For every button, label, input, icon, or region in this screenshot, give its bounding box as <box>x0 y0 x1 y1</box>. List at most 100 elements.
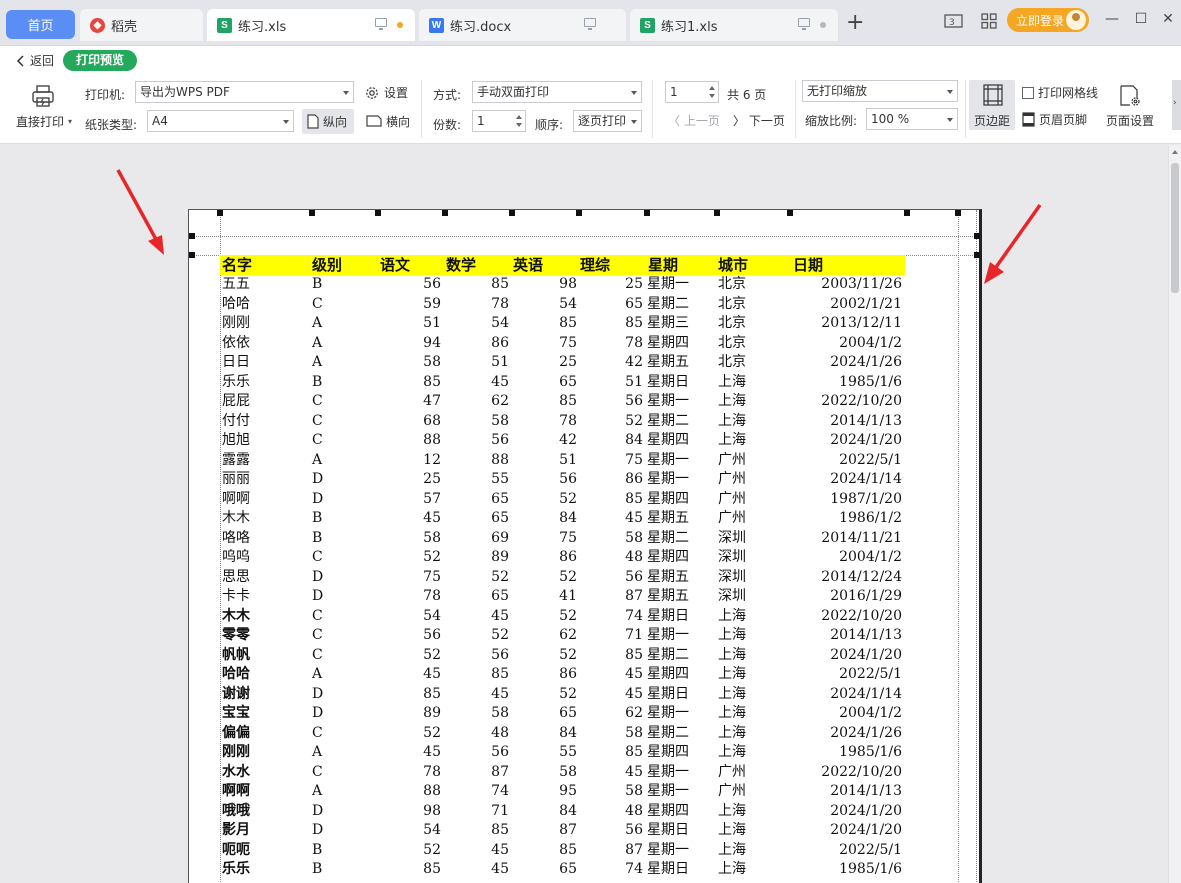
spreadsheet-icon: S <box>640 17 655 33</box>
page-setup-icon[interactable] <box>1118 84 1142 111</box>
right-margin-guide[interactable] <box>958 210 959 883</box>
margin-handle[interactable] <box>644 210 650 216</box>
margin-handle[interactable] <box>714 210 720 216</box>
print-mode-select[interactable]: 手动双面打印 <box>472 81 642 103</box>
monitor-icon[interactable] <box>584 18 596 30</box>
margin-handle[interactable] <box>309 210 315 216</box>
table-cell: 85 <box>625 490 643 507</box>
table-row: 日日 A 58 51 25 42 星期五 北京 2024/1/26 <box>220 353 905 373</box>
stepper-up-icon[interactable] <box>516 115 522 119</box>
table-cell: 星期四 <box>647 666 689 682</box>
mode-value: 手动双面打印 <box>477 85 550 99</box>
margin-handle[interactable] <box>509 210 515 216</box>
margin-handle[interactable] <box>787 210 793 216</box>
printer-settings-button[interactable]: 设置 <box>364 84 408 101</box>
printer-select[interactable]: 导出为WPS PDF <box>135 81 354 103</box>
table-cell: 89 <box>423 705 441 721</box>
margin-handle[interactable] <box>442 210 448 216</box>
next-page-button[interactable]: 〉 下一页 <box>733 112 785 129</box>
copies-stepper[interactable]: 1 <box>472 110 526 132</box>
tab-practice-docx[interactable]: W 练习.docx <box>419 9 626 41</box>
table-cell: 上海 <box>718 724 746 741</box>
table-cell: 偏偏 <box>222 724 250 741</box>
header-margin-guide[interactable] <box>189 236 979 237</box>
multi-window-icon[interactable]: 3 <box>944 12 964 30</box>
margin-handle[interactable] <box>217 210 223 216</box>
table-cell: 星期一 <box>647 705 689 721</box>
order-select[interactable]: 逐页打印 <box>573 110 642 132</box>
table-cell: 47 <box>423 393 441 409</box>
margin-handle[interactable] <box>189 233 195 239</box>
login-button[interactable]: 立即登录 <box>1007 8 1089 32</box>
table-cell: 55 <box>559 744 577 760</box>
printer-icon[interactable] <box>30 84 56 108</box>
margins-icon[interactable] <box>983 84 1003 109</box>
table-cell: 42 <box>559 432 577 448</box>
toolbar-scroll-button[interactable]: › <box>1172 80 1181 130</box>
margins-label[interactable]: 页边距 <box>974 112 1010 129</box>
tab-home[interactable]: 首页 <box>6 10 75 39</box>
margin-handle[interactable] <box>974 252 980 258</box>
margin-handle[interactable] <box>189 252 195 258</box>
margin-handle[interactable] <box>904 210 910 216</box>
table-cell: 48 <box>625 802 643 819</box>
margin-handle[interactable] <box>375 210 381 216</box>
caret-down-icon <box>947 90 953 94</box>
scroll-up-icon[interactable] <box>1172 150 1178 154</box>
back-button[interactable]: 返回 <box>16 52 54 69</box>
table-row: 呜呜 C 52 89 86 48 星期四 深圳 2004/1/2 <box>220 548 905 568</box>
print-gridlines-checkbox[interactable]: 打印网格线 <box>1022 84 1098 101</box>
page-setup-label[interactable]: 页面设置 <box>1106 112 1154 129</box>
table-cell: 98 <box>423 802 441 819</box>
table-cell: 87 <box>625 841 643 858</box>
direct-print-button[interactable]: 直接打印 ▾ <box>16 113 72 130</box>
table-cell: 星期一 <box>647 627 689 643</box>
toolbar-divider <box>965 80 966 138</box>
copies-label: 份数: <box>433 118 462 132</box>
header-footer-button[interactable]: 页眉页脚 <box>1022 111 1087 128</box>
monitor-icon[interactable] <box>798 18 810 30</box>
landscape-button[interactable]: 横向 <box>366 113 410 130</box>
prev-page-button[interactable]: 〈 上一页 <box>668 112 720 129</box>
tab-practice-xls[interactable]: S 练习.xls <box>207 9 415 41</box>
paper-type-select[interactable]: A4 <box>147 110 294 132</box>
minimize-button[interactable]: — <box>1104 10 1120 28</box>
stepper-down-icon[interactable] <box>516 123 522 127</box>
table-cell: A <box>312 783 323 799</box>
monitor-icon[interactable] <box>375 18 387 30</box>
margin-handle[interactable] <box>955 210 961 216</box>
vertical-scrollbar[interactable] <box>1168 145 1181 883</box>
checkbox-icon <box>1022 86 1034 99</box>
scroll-thumb[interactable] <box>1171 163 1179 293</box>
table-cell: 2004/1/2 <box>839 549 902 565</box>
app-grid-icon[interactable] <box>980 12 1000 30</box>
table-cell: 2022/5/1 <box>839 451 902 468</box>
maximize-button[interactable]: ☐ <box>1133 10 1149 28</box>
table-cell: 86 <box>559 549 577 565</box>
stepper-up-icon[interactable] <box>709 86 715 90</box>
table-cell: 54 <box>423 822 441 838</box>
margin-handle[interactable] <box>974 233 980 239</box>
page-number-stepper[interactable]: 1 <box>665 81 719 103</box>
table-cell: 2014/12/24 <box>821 568 902 585</box>
tab-docer[interactable]: ◆ 稻壳 <box>80 9 203 41</box>
prev-page-label: 上一页 <box>683 114 720 128</box>
table-cell: D <box>312 685 324 702</box>
table-cell: 85 <box>625 315 643 331</box>
scaling-select[interactable]: 无打印缩放 <box>802 80 958 102</box>
zoom-select[interactable]: 100 % <box>866 108 958 130</box>
table-cell: 2024/1/20 <box>830 432 902 448</box>
portrait-button[interactable]: 纵向 <box>307 113 347 130</box>
table-cell: C <box>312 763 323 780</box>
new-tab-button[interactable]: + <box>846 11 864 35</box>
tab-practice1-xls[interactable]: S 练习1.xls <box>630 9 838 41</box>
table-cell: 2024/1/14 <box>830 685 902 702</box>
table-cell: 上海 <box>718 744 746 760</box>
table-cell: 89 <box>491 549 509 565</box>
table-cell: 85 <box>423 373 441 390</box>
margin-handle[interactable] <box>576 210 582 216</box>
table-cell: D <box>312 588 324 604</box>
table-cell: 75 <box>423 568 441 585</box>
close-button[interactable]: ✕ <box>1160 10 1176 28</box>
stepper-down-icon[interactable] <box>709 94 715 98</box>
